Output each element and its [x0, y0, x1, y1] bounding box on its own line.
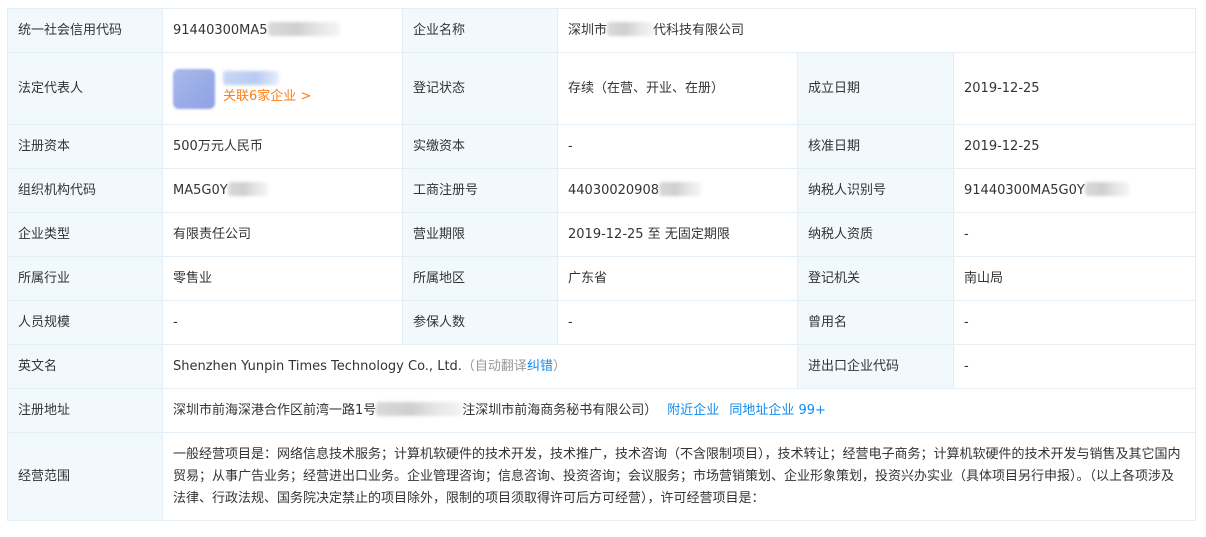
insured-value: -	[557, 300, 798, 345]
former-name-value: -	[952, 300, 1197, 345]
company-name-prefix: 深圳市	[568, 22, 608, 38]
org-code-label: 组织机构代码	[7, 168, 163, 213]
industry-value: 零售业	[162, 256, 403, 301]
avatar[interactable]	[173, 68, 215, 109]
biz-reg-no-label: 工商注册号	[402, 168, 558, 213]
staff-size-label: 人员规模	[7, 300, 163, 345]
taxpayer-id-label: 纳税人识别号	[797, 168, 954, 213]
related-companies-link[interactable]: 关联6家企业 >	[223, 87, 311, 107]
reg-status-value: 存续（在营、开业、在册）	[557, 52, 798, 125]
reg-status-label: 登记状态	[402, 52, 558, 125]
correct-link[interactable]: 纠错	[527, 359, 553, 374]
legal-rep-value: 关联6家企业 >	[162, 52, 403, 125]
table-row: 经营范围 一般经营项目是：网络信息技术服务；计算机软硬件的技术开发，技术推广，技…	[7, 432, 1197, 521]
company-type-label: 企业类型	[7, 212, 163, 257]
import-export-value: -	[952, 344, 1197, 389]
taxpayer-qual-value: -	[952, 212, 1197, 257]
company-name-suffix: 代科技有限公司	[653, 22, 745, 38]
same-address-companies-link[interactable]: 同地址企业 99+	[729, 403, 826, 418]
company-info-panel: 统一社会信用代码 91440300MA5 企业名称 深圳市 代科技有限公司 法定代…	[7, 8, 1197, 521]
paid-capital-value: -	[557, 124, 798, 169]
auto-translate-close: ）	[552, 358, 566, 374]
table-row: 英文名 Shenzhen Yunpin Times Technology Co.…	[7, 344, 1197, 389]
english-name-label: 英文名	[7, 344, 163, 389]
reg-authority-label: 登记机关	[797, 256, 954, 301]
taxpayer-id-value: 91440300MA5G0Y	[952, 168, 1197, 213]
table-row: 法定代表人 关联6家企业 > 登记状态 存续（在营、开业、在册） 成立日期 20…	[7, 52, 1197, 125]
founded-value: 2019-12-25	[952, 52, 1197, 125]
approved-date-label: 核准日期	[797, 124, 954, 169]
org-code-value: MA5G0Y	[162, 168, 403, 213]
biz-scope-value: 一般经营项目是：网络信息技术服务；计算机软硬件的技术开发，技术推广，技术咨询（不…	[161, 432, 1197, 521]
nearby-companies-link[interactable]: 附近企业	[667, 403, 719, 418]
masked-text	[267, 21, 340, 36]
table-row: 统一社会信用代码 91440300MA5 企业名称 深圳市 代科技有限公司	[7, 8, 1197, 53]
biz-reg-no-value: 44030020908	[557, 168, 798, 213]
biz-scope-label: 经营范围	[7, 432, 163, 521]
reg-capital-label: 注册资本	[7, 124, 163, 169]
table-row: 所属行业 零售业 所属地区 广东省 登记机关 南山局	[7, 256, 1197, 301]
paid-capital-label: 实缴资本	[402, 124, 558, 169]
reg-capital-value: 500万元人民币	[162, 124, 403, 169]
legal-rep-name[interactable]	[223, 70, 279, 85]
credit-code-text: 91440300MA5	[173, 22, 268, 38]
reg-address-label: 注册地址	[7, 388, 163, 433]
insured-label: 参保人数	[402, 300, 558, 345]
masked-text	[1084, 181, 1129, 196]
credit-code-value: 91440300MA5	[162, 8, 403, 53]
org-code-text: MA5G0Y	[173, 182, 228, 198]
staff-size-value: -	[162, 300, 403, 345]
import-export-label: 进出口企业代码	[797, 344, 954, 389]
company-name-label: 企业名称	[402, 8, 558, 53]
region-value: 广东省	[557, 256, 798, 301]
company-name-value: 深圳市 代科技有限公司	[556, 8, 1197, 53]
approved-date-value: 2019-12-25	[952, 124, 1197, 169]
legal-rep-label: 法定代表人	[7, 52, 163, 125]
masked-text	[227, 181, 268, 196]
english-name-value: Shenzhen Yunpin Times Technology Co., Lt…	[162, 344, 798, 389]
biz-term-value: 2019-12-25 至 无固定期限	[557, 212, 798, 257]
taxpayer-qual-label: 纳税人资质	[797, 212, 954, 257]
reg-address-value: 深圳市前海深港合作区前湾一路1号 注深圳市前海商务秘书有限公司） 附近企业 同地址企业…	[161, 388, 1197, 433]
table-row: 注册资本 500万元人民币 实缴资本 - 核准日期 2019-12-25	[7, 124, 1197, 169]
founded-label: 成立日期	[797, 52, 954, 125]
masked-text	[658, 181, 701, 196]
credit-code-label: 统一社会信用代码	[7, 8, 163, 53]
company-info-table: 统一社会信用代码 91440300MA5 企业名称 深圳市 代科技有限公司 法定代…	[7, 8, 1197, 521]
reg-address-prefix: 深圳市前海深港合作区前湾一路1号	[173, 402, 377, 418]
table-row: 组织机构代码 MA5G0Y 工商注册号 44030020908 纳税人识别号 9…	[7, 168, 1197, 213]
company-type-value: 有限责任公司	[162, 212, 403, 257]
biz-reg-no-text: 44030020908	[568, 182, 659, 198]
masked-text	[607, 21, 654, 36]
taxpayer-id-text: 91440300MA5G0Y	[964, 182, 1085, 198]
industry-label: 所属行业	[7, 256, 163, 301]
biz-term-label: 营业期限	[402, 212, 558, 257]
masked-text	[376, 401, 463, 416]
auto-translate-note: （自动翻译	[461, 358, 527, 374]
table-row: 企业类型 有限责任公司 营业期限 2019-12-25 至 无固定期限 纳税人资…	[7, 212, 1197, 257]
english-name-text: Shenzhen Yunpin Times Technology Co., Lt…	[173, 358, 462, 374]
table-row: 注册地址 深圳市前海深港合作区前湾一路1号 注深圳市前海商务秘书有限公司） 附近企业…	[7, 388, 1197, 433]
region-label: 所属地区	[402, 256, 558, 301]
former-name-label: 曾用名	[797, 300, 954, 345]
table-row: 人员规模 - 参保人数 - 曾用名 -	[7, 300, 1197, 345]
reg-address-suffix: 注深圳市前海商务秘书有限公司）	[462, 402, 658, 418]
reg-authority-value: 南山局	[952, 256, 1197, 301]
